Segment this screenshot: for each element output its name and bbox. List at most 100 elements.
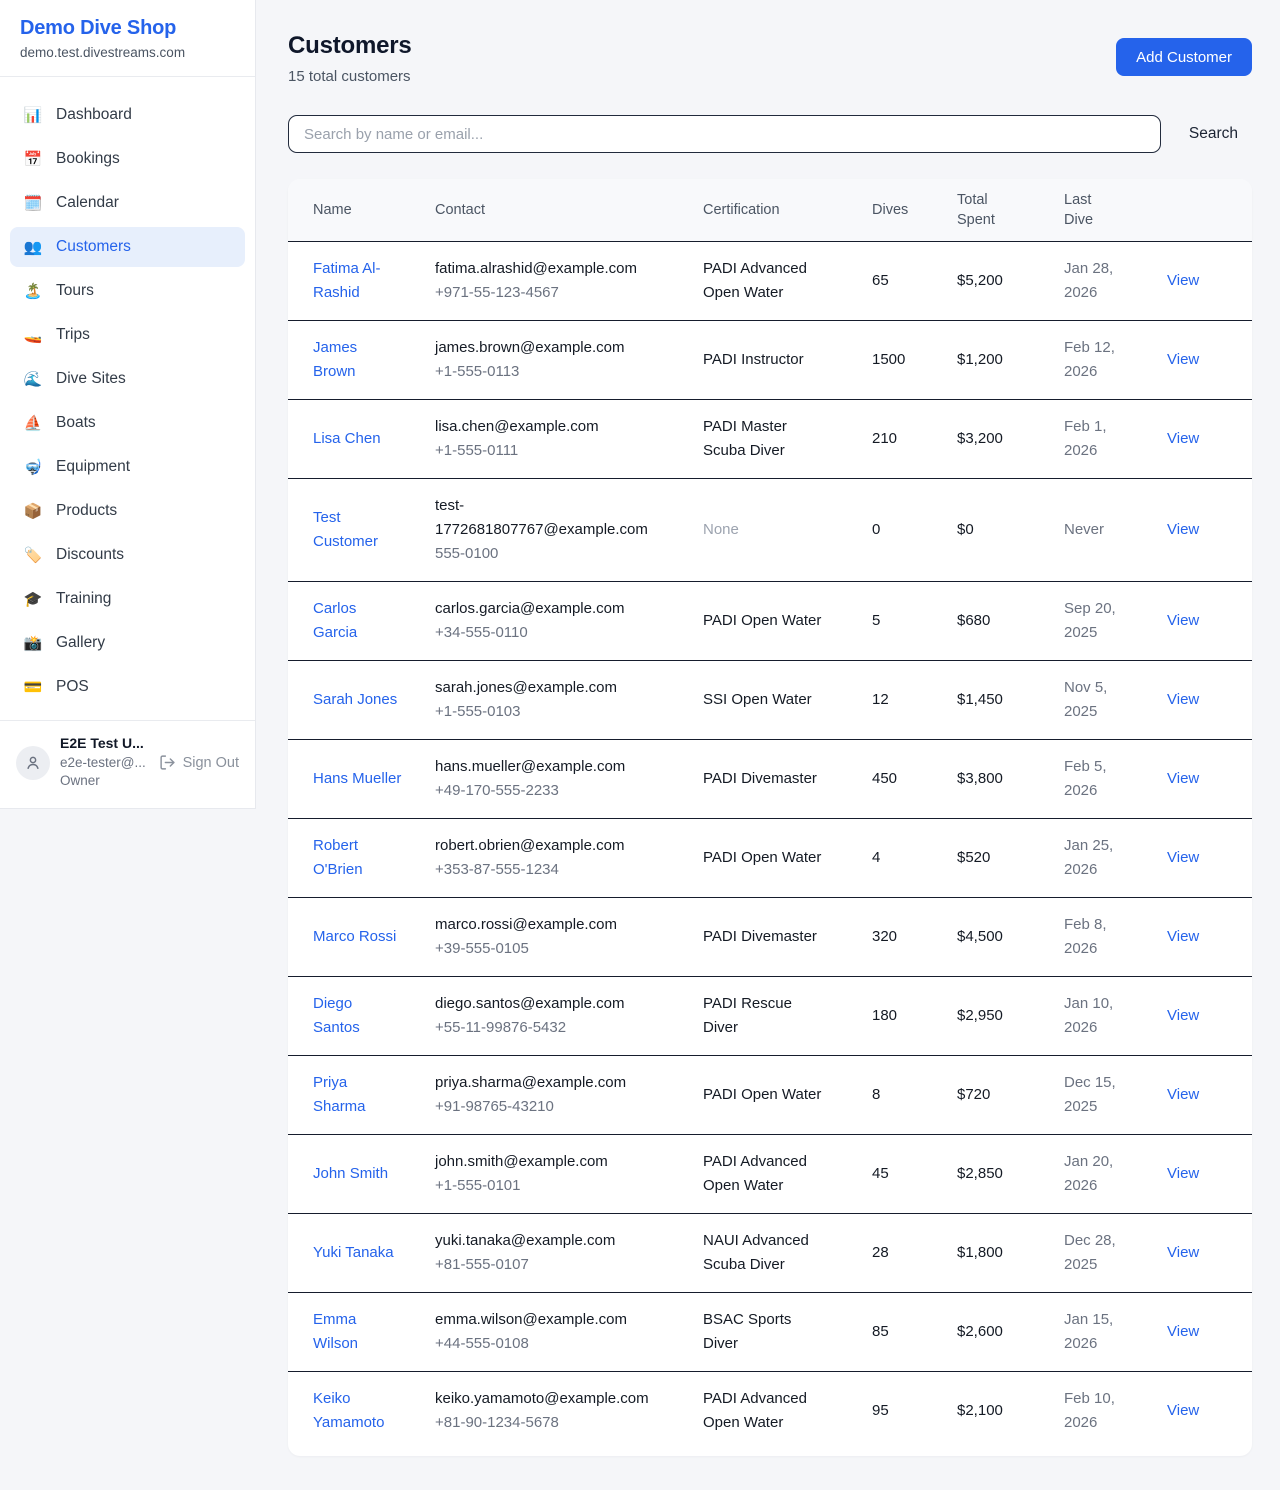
customer-name-link[interactable]: John Smith [313,1165,388,1182]
column-header-total-spent: Total Spent [957,179,1064,242]
customer-name-link[interactable]: Lisa Chen [313,430,381,447]
customers-icon: 👥 [22,240,44,255]
customer-dives: 450 [872,740,957,819]
customer-name-link[interactable]: Priya Sharma [313,1074,366,1115]
sidebar-item-label: Training [56,590,111,608]
sidebar-item-training[interactable]: 🎓 Training [10,579,245,619]
customer-certification: PADI Open Water [703,819,872,898]
view-link[interactable]: View [1167,272,1199,289]
sidebar-item-dive-sites[interactable]: 🌊Dive Sites [10,359,245,399]
customer-total-spent: $2,850 [957,1135,1064,1214]
customer-phone: +1-555-0101 [435,1174,635,1198]
customer-name-link[interactable]: Sarah Jones [313,691,397,708]
sidebar-item-pos[interactable]: 💳POS [10,667,245,707]
customer-last-dive: Jan 25, 2026 [1064,819,1167,898]
customer-certification: PADI Divemaster [703,898,872,977]
column-header-certification: Certification [703,179,872,242]
sidebar-item-tours[interactable]: 🏝️Tours [10,271,245,311]
view-link[interactable]: View [1167,521,1199,538]
view-link[interactable]: View [1167,770,1199,787]
view-link[interactable]: View [1167,612,1199,629]
customer-total-spent: $520 [957,819,1064,898]
view-link[interactable]: View [1167,1007,1199,1024]
customer-phone: +81-555-0107 [435,1253,635,1277]
search-input[interactable] [288,115,1161,153]
avatar [16,746,50,780]
customer-total-spent: $5,200 [957,242,1064,321]
customer-certification: None [703,479,872,582]
table-header: NameContactCertificationDivesTotal Spent… [288,179,1252,242]
customer-email: carlos.garcia@example.com [435,597,635,621]
customer-name-link[interactable]: Emma Wilson [313,1311,358,1352]
customer-name-link[interactable]: Yuki Tanaka [313,1244,394,1261]
view-link[interactable]: View [1167,1165,1199,1182]
search-bar: Search [288,115,1252,153]
customer-name-link[interactable]: Diego Santos [313,995,360,1036]
sidebar-item-label: Gallery [56,634,105,652]
sidebar-item-boats[interactable]: ⛵ Boats [10,403,245,443]
discounts-icon: 🏷️ [22,548,44,563]
customer-name-link[interactable]: Robert O'Brien [313,837,363,878]
sidebar-item-trips[interactable]: 🚤Trips [10,315,245,355]
customer-certification: PADI Master Scuba Diver [703,400,872,479]
view-link[interactable]: View [1167,430,1199,447]
customer-last-dive: Dec 28, 2025 [1064,1214,1167,1293]
customer-name-link[interactable]: James Brown [313,339,357,380]
view-link[interactable]: View [1167,1402,1199,1419]
sidebar-item-bookings[interactable]: 📅Bookings [10,139,245,179]
customer-certification: PADI Open Water [703,582,872,661]
sidebar-item-label: Boats [56,414,96,432]
table-row: Keiko Yamamoto keiko.yamamoto@example.co… [288,1372,1252,1451]
customer-name-link[interactable]: Keiko Yamamoto [313,1390,384,1431]
customer-name-link[interactable]: Carlos Garcia [313,600,357,641]
sidebar-item-products[interactable]: 📦Products [10,491,245,531]
customer-email: yuki.tanaka@example.com [435,1229,635,1253]
view-link[interactable]: View [1167,1086,1199,1103]
view-link[interactable]: View [1167,691,1199,708]
view-link[interactable]: View [1167,1323,1199,1340]
sidebar-item-customers[interactable]: 👥Customers [10,227,245,267]
customer-dives: 95 [872,1372,957,1451]
customer-email: john.smith@example.com [435,1150,635,1174]
customer-phone: +971-55-123-4567 [435,281,635,305]
customer-count: 15 total customers [288,68,412,85]
view-link[interactable]: View [1167,351,1199,368]
customer-name-link[interactable]: Hans Mueller [313,770,401,787]
customer-name-link[interactable]: Marco Rossi [313,928,396,945]
training-icon: 🎓 [22,592,44,607]
sidebar-item-label: Bookings [56,150,120,168]
customer-certification: SSI Open Water [703,661,872,740]
sidebar-item-discounts[interactable]: 🏷️ Discounts [10,535,245,575]
view-link[interactable]: View [1167,849,1199,866]
customer-name-link[interactable]: Fatima Al-Rashid [313,260,381,301]
sidebar-item-label: Tours [56,282,94,300]
sign-out-label: Sign Out [183,755,239,771]
boats-icon: ⛵ [22,416,44,431]
customer-dives: 1500 [872,321,957,400]
sign-out-button[interactable]: Sign Out [159,754,239,771]
page-header: Customers 15 total customers Add Custome… [288,32,1252,85]
sidebar-item-dashboard[interactable]: 📊Dashboard [10,95,245,135]
customer-dives: 180 [872,977,957,1056]
table-row: Sarah Jones sarah.jones@example.com +1-5… [288,661,1252,740]
search-button[interactable]: Search [1175,117,1252,151]
sidebar-item-gallery[interactable]: 📸Gallery [10,623,245,663]
add-customer-button[interactable]: Add Customer [1116,38,1252,76]
table-row: Yuki Tanaka yuki.tanaka@example.com +81-… [288,1214,1252,1293]
customer-last-dive: Jan 10, 2026 [1064,977,1167,1056]
customer-certification: NAUI Advanced Scuba Diver [703,1214,872,1293]
view-link[interactable]: View [1167,1244,1199,1261]
sidebar-item-label: Discounts [56,546,124,564]
view-link[interactable]: View [1167,928,1199,945]
customer-dives: 85 [872,1293,957,1372]
customer-dives: 320 [872,898,957,977]
customer-email: fatima.alrashid@example.com [435,257,635,281]
customer-last-dive: Jan 28, 2026 [1064,242,1167,321]
customer-certification: PADI Open Water [703,1056,872,1135]
customer-dives: 8 [872,1056,957,1135]
customer-name-link[interactable]: Test Customer [313,509,378,550]
customer-total-spent: $680 [957,582,1064,661]
sidebar-item-calendar[interactable]: 🗓️Calendar [10,183,245,223]
brand: Demo Dive Shop demo.test.divestreams.com [0,0,255,77]
sidebar-item-equipment[interactable]: 🤿Equipment [10,447,245,487]
